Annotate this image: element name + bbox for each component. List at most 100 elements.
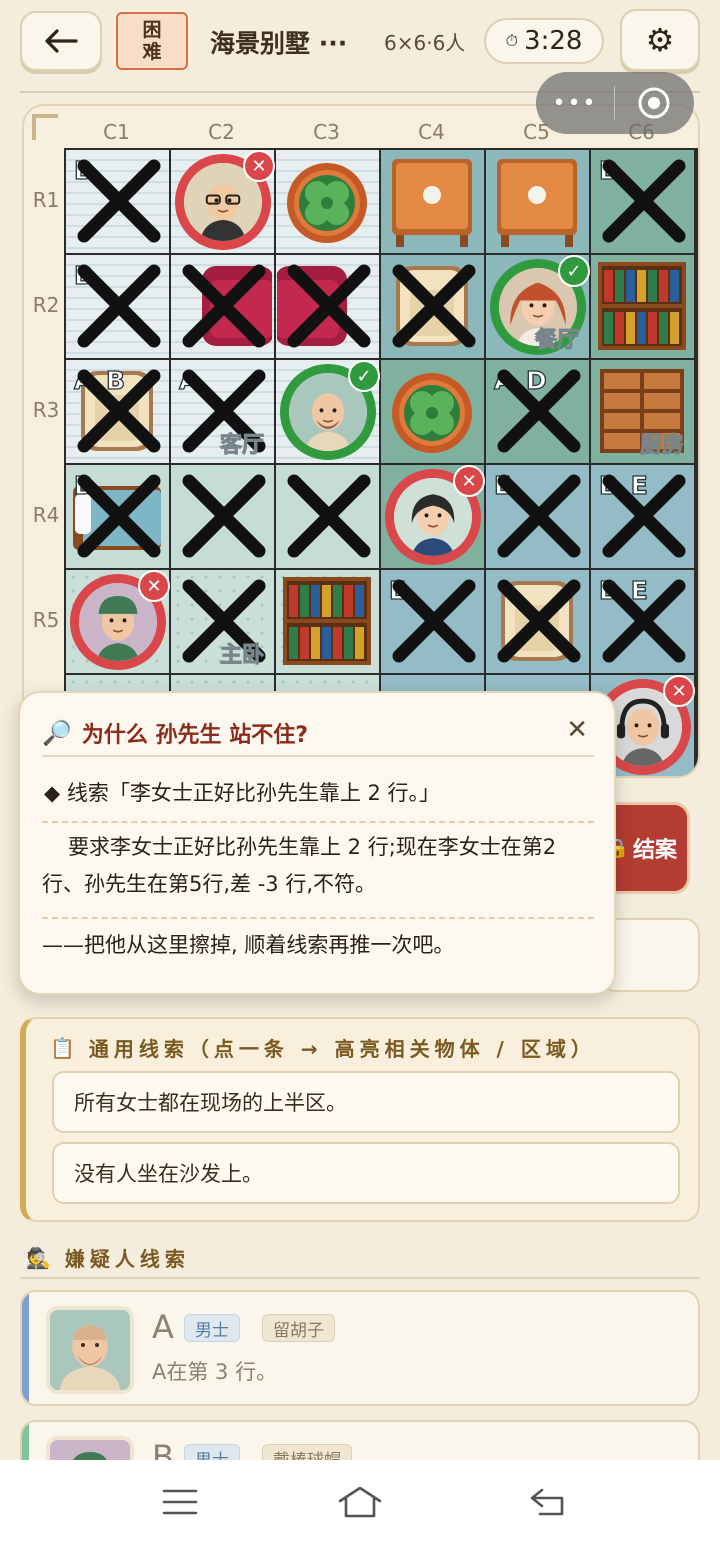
detective-icon: 🕵 <box>26 1245 51 1270</box>
room-label: 主卧 <box>219 643 264 669</box>
popup-title-text: 为什么 孙先生 站不住? <box>81 723 308 748</box>
arrow-left-icon <box>45 29 78 53</box>
suspect-card-a[interactable]: A 男士 留胡子 A在第 3 行。 <box>20 1290 700 1406</box>
home-icon <box>338 1486 382 1518</box>
grid-cell-r1-c1[interactable]: B <box>66 150 169 253</box>
popup-divider <box>42 755 594 757</box>
menu-button[interactable] <box>150 1482 210 1522</box>
eliminated-x-icon <box>179 471 269 561</box>
grid-cell-r4-c2[interactable] <box>171 465 274 568</box>
card-accent <box>22 1292 29 1404</box>
menu-icon <box>162 1489 198 1515</box>
close-icon: ✕ <box>138 570 170 602</box>
popup-title: 🔎 为什么 孙先生 站不住? <box>42 717 308 749</box>
popup-body: 要求李女士正好比孙先生靠上 2 行;现在李女士在第2行、孙先生在第5行,差 -3… <box>42 835 557 896</box>
suspect-clues-title: 🕵 嫌疑人线索 <box>26 1243 190 1272</box>
more-dots-icon: ••• <box>552 90 598 116</box>
home-button[interactable] <box>330 1482 390 1522</box>
target-icon <box>638 87 670 119</box>
grid-cell-r2-c4[interactable] <box>381 255 484 358</box>
eliminated-x-icon <box>494 471 584 561</box>
eliminated-x-icon <box>74 471 164 561</box>
clipboard-icon: 📋 <box>50 1035 75 1060</box>
column-label: C4 <box>418 120 445 144</box>
suspect-portrait-a <box>46 1306 134 1394</box>
grid-cell-r2-c2[interactable] <box>171 255 274 358</box>
more-button[interactable]: ••• <box>536 72 614 134</box>
grid-cell-r3-c4[interactable] <box>381 360 484 463</box>
trait-tag: 留胡子 <box>262 1314 335 1342</box>
return-icon <box>530 1488 564 1516</box>
grid-cell-r1-c5[interactable] <box>486 150 589 253</box>
close-icon: ✕ <box>453 465 485 497</box>
eliminated-x-icon <box>389 261 479 351</box>
bald-man-portrait <box>50 1310 130 1390</box>
close-case-label: 结案 <box>632 838 677 863</box>
back-button[interactable] <box>20 11 102 71</box>
column-label: C2 <box>208 120 235 144</box>
popup-close-button[interactable]: ✕ <box>566 715 588 745</box>
grid-cell-r5-c5[interactable] <box>486 570 589 673</box>
check-icon: ✓ <box>558 255 590 287</box>
grid-cell-r2-c6[interactable] <box>591 255 694 358</box>
table-icon <box>382 151 482 253</box>
popup-clue: ◆ 线索「李女士正好比孙先生靠上 2 行。」 <box>44 781 441 805</box>
explanation-popup: 🔎 为什么 孙先生 站不住? ✕ ◆ 线索「李女士正好比孙先生靠上 2 行。」 … <box>18 691 616 995</box>
eliminated-x-icon <box>494 366 584 456</box>
row-label: R1 <box>32 188 60 212</box>
close-icon: ✕ <box>566 715 588 745</box>
eliminated-x-icon <box>179 261 269 351</box>
suspect-clue-text: A在第 3 行。 <box>152 1360 278 1384</box>
magnifier-icon: 🔎 <box>42 719 72 747</box>
eliminated-x-icon <box>74 366 164 456</box>
grid-cell-r5-c2[interactable]: 主卧 <box>171 570 274 673</box>
grid-cell-r1-c3[interactable] <box>276 150 379 253</box>
popup-divider <box>42 821 594 823</box>
close-miniapp-button[interactable] <box>615 72 693 134</box>
row-label: R3 <box>32 398 60 422</box>
grid-cell-r4-c1[interactable]: B <box>66 465 169 568</box>
grid-cell-r3-c6[interactable]: 厨房 <box>591 360 694 463</box>
grid-cell-r5-c3[interactable] <box>276 570 379 673</box>
eliminated-x-icon <box>494 576 584 666</box>
row-label: R2 <box>32 293 60 317</box>
general-clue-item[interactable]: 没有人坐在沙发上。 <box>52 1142 680 1204</box>
popup-divider <box>42 917 594 919</box>
level-meta: 6×6·6人 <box>384 31 466 55</box>
grid-cell-r2-c3[interactable] <box>276 255 379 358</box>
stopwatch-icon: ⏱ <box>505 31 519 50</box>
eliminated-x-icon <box>599 156 689 246</box>
room-label: 厨房 <box>639 433 684 459</box>
eliminated-x-icon <box>389 576 479 666</box>
eliminated-x-icon <box>74 156 164 246</box>
close-icon: ✕ <box>243 150 275 182</box>
grid-cell-r4-c5[interactable]: E <box>486 465 589 568</box>
bookshelf-icon <box>592 256 692 358</box>
row-label: R5 <box>32 608 60 632</box>
suspect-divider <box>20 1277 700 1279</box>
eliminated-x-icon <box>74 261 164 351</box>
grid-cell-r2-c1[interactable]: B <box>66 255 169 358</box>
grid-cell-r5-c6[interactable]: B E <box>591 570 694 673</box>
grid-cell-r1-c6[interactable]: B <box>591 150 694 253</box>
timer: ⏱ 3:28 <box>484 18 604 64</box>
board-grid: B✕BB餐厅✓A BA客厅✓A D厨房B✕EB E✕主卧EB E✕ <box>64 148 698 776</box>
return-button[interactable] <box>518 1482 578 1522</box>
column-label: C1 <box>103 120 130 144</box>
eliminated-x-icon <box>599 471 689 561</box>
general-clues-title: 📋 通用线索（点一条 → 高亮相关物体 / 区域） <box>50 1033 596 1062</box>
room-label: 客厅 <box>219 433 264 459</box>
general-clues-panel: 📋 通用线索（点一条 → 高亮相关物体 / 区域） 所有女士都在现场的上半区。 … <box>20 1017 700 1222</box>
grid-cell-r3-c1[interactable]: A B <box>66 360 169 463</box>
system-nav-bar <box>0 1460 720 1544</box>
general-clue-item[interactable]: 所有女士都在现场的上半区。 <box>52 1071 680 1133</box>
check-icon: ✓ <box>348 360 380 392</box>
suspect-letter: A <box>152 1308 174 1346</box>
grid-cell-r3-c5[interactable]: A D <box>486 360 589 463</box>
grid-cell-r4-c6[interactable]: B E <box>591 465 694 568</box>
grid-cell-r5-c4[interactable]: E <box>381 570 484 673</box>
grid-cell-r4-c3[interactable] <box>276 465 379 568</box>
grid-cell-r3-c2[interactable]: A客厅 <box>171 360 274 463</box>
grid-cell-r1-c4[interactable] <box>381 150 484 253</box>
settings-button[interactable]: ⚙ <box>620 9 700 71</box>
